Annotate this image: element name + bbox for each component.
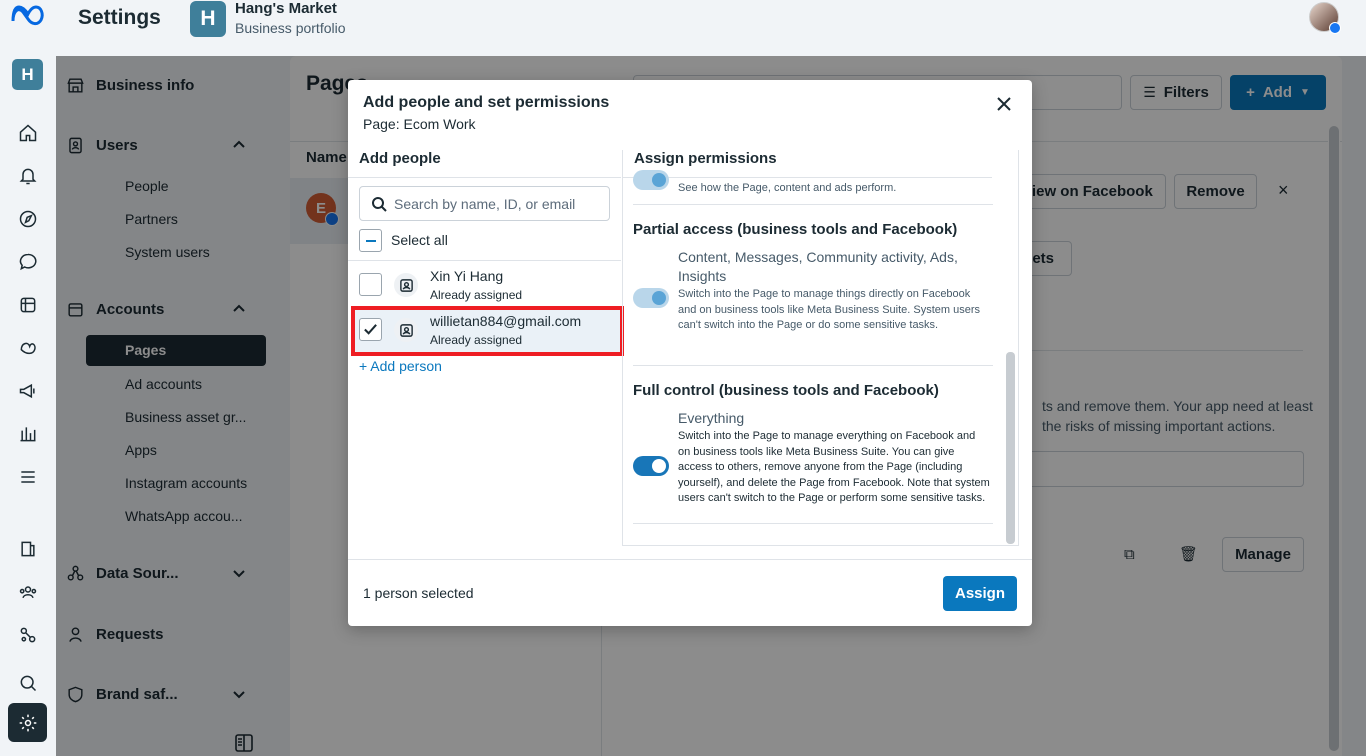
top-bar: Settings H Hang's Market Business portfo… [56,0,1366,56]
permission-option-partial-view: See how the Page, content and ads perfor… [633,170,993,205]
permission-toggle[interactable] [633,288,669,308]
portfolio-avatar[interactable]: H [190,1,226,37]
select-all-checkbox[interactable] [359,229,382,252]
scrollbar-thumb[interactable] [1006,352,1015,544]
close-icon[interactable] [996,96,1014,114]
assign-button[interactable]: Assign [943,576,1017,611]
assign-permissions-pane: Assign permissions See how the Page, con… [622,150,1019,546]
menu-icon[interactable] [14,463,42,491]
permission-description: Switch into the Page to manage everythin… [678,430,990,505]
notifications-icon[interactable] [14,162,42,190]
insights-icon[interactable] [14,420,42,448]
icon-rail: H [0,0,56,756]
person-row[interactable]: Xin Yi Hang Already assigned [348,263,621,307]
facebook-badge-icon [1329,22,1341,34]
person-id-icon [394,273,418,297]
people-group-icon[interactable] [14,578,42,606]
add-people-heading: Add people [359,150,441,167]
home-icon[interactable] [14,119,42,147]
page-title: Settings [78,6,161,29]
permission-section-partial: Partial access (business tools and Faceb… [633,205,993,366]
person-name: Xin Yi Hang [430,268,504,284]
toggle-knob [652,459,666,473]
highlight-box [351,306,624,356]
divider [348,559,1032,560]
pages-stack-icon[interactable] [14,535,42,563]
select-all-label[interactable]: Select all [391,232,448,248]
section-title: Full control (business tools and Faceboo… [633,382,939,399]
portfolio-type: Business portfolio [235,20,346,36]
dialog-title: Add people and set permissions [363,94,610,111]
audience-icon[interactable] [14,334,42,362]
permission-title: Content, Messages, Community activity, A… [678,249,958,284]
permission-title: Everything [678,410,745,426]
divider [348,177,621,178]
add-people-dialog: Add people and set permissions Page: Eco… [348,80,1032,626]
compass-icon[interactable] [14,205,42,233]
user-avatar[interactable] [1309,2,1341,34]
permission-toggle[interactable] [633,170,669,190]
people-search[interactable] [359,186,610,221]
content-icon[interactable] [14,291,42,319]
ads-megaphone-icon[interactable] [14,377,42,405]
permission-section-full: Full control (business tools and Faceboo… [633,366,993,524]
person-status: Already assigned [430,288,523,302]
assign-permissions-heading: Assign permissions [634,150,777,167]
messages-icon[interactable] [14,248,42,276]
people-search-input[interactable] [394,193,604,215]
portfolio-name[interactable]: Hang's Market [235,0,337,17]
portfolio-switcher[interactable]: H [12,59,43,90]
add-person-link[interactable]: + Add person [359,358,442,374]
search-icon[interactable] [14,669,42,697]
integrations-icon[interactable] [14,621,42,649]
add-people-pane: Add people Select all Xin Yi Hang Alread… [348,150,624,555]
section-title: Partial access (business tools and Faceb… [633,221,958,238]
person-checkbox[interactable] [359,273,382,296]
divider [348,260,621,261]
toggle-knob [652,291,666,305]
dialog-subtitle: Page: Ecom Work [363,116,476,132]
permission-description: Switch into the Page to manage things di… [678,288,981,332]
meta-logo-icon[interactable] [10,4,46,26]
settings-gear-icon[interactable] [8,703,47,742]
permission-toggle[interactable] [633,456,669,476]
search-icon [372,197,387,212]
toggle-knob [652,173,666,187]
permission-description: See how the Page, content and ads perfor… [678,182,897,194]
selected-count: 1 person selected [363,585,474,601]
permissions-scrollbar[interactable] [1006,152,1015,544]
